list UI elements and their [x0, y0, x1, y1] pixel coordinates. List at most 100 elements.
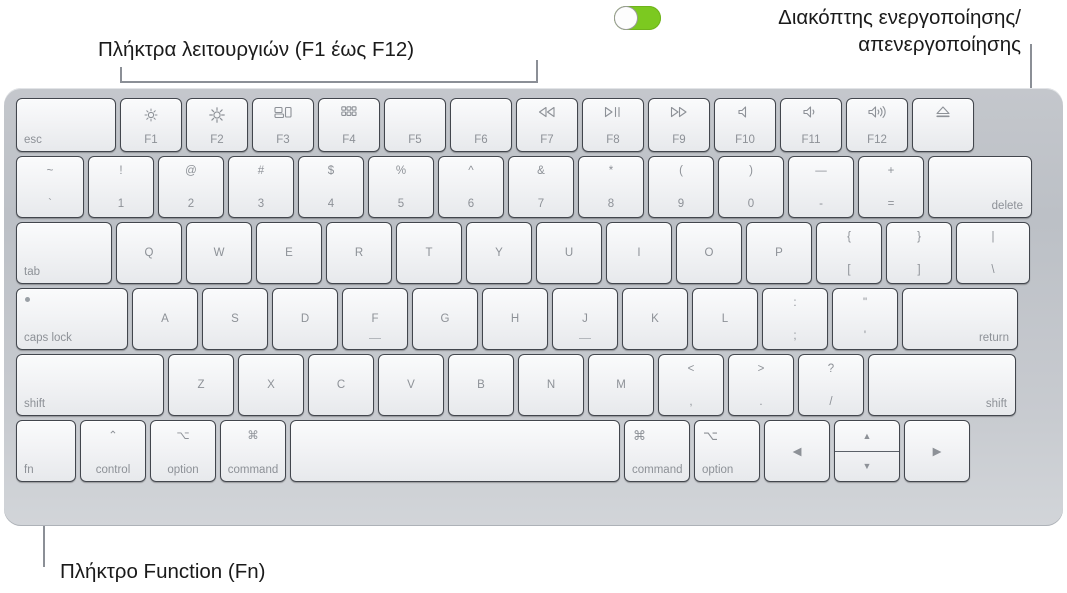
key-digit-5[interactable]: % 5: [368, 156, 434, 218]
key-f5[interactable]: F5: [384, 98, 446, 152]
key-f12[interactable]: F12: [846, 98, 908, 152]
key-arrow-up[interactable]: ▲: [835, 421, 899, 452]
key-comma-less[interactable]: <,: [658, 354, 724, 416]
key-command-right[interactable]: ⌘ command: [624, 420, 690, 482]
annotation-function-keys: Πλήκτρα λειτουργιών (F1 έως F12): [98, 38, 415, 61]
key-digit-1[interactable]: ! 1: [88, 156, 154, 218]
key-letter-w[interactable]: W: [186, 222, 252, 284]
key-digit-8[interactable]: * 8: [578, 156, 644, 218]
key-label: F6: [474, 134, 488, 146]
key-command-left[interactable]: ⌘ command: [220, 420, 286, 482]
key-letter-j[interactable]: J: [552, 288, 618, 350]
key-space[interactable]: [290, 420, 620, 482]
legend-upper: ~: [46, 165, 54, 177]
brightness-up-icon: [187, 106, 247, 124]
key-f9[interactable]: F9: [648, 98, 710, 152]
key-letter-q[interactable]: Q: [116, 222, 182, 284]
legend-lower: .: [759, 396, 763, 408]
key-shift-right[interactable]: shift: [868, 354, 1016, 416]
legend-upper: ?: [827, 363, 835, 375]
key-period-greater[interactable]: >.: [728, 354, 794, 416]
key-f4[interactable]: F4: [318, 98, 380, 152]
key-letter-g[interactable]: G: [412, 288, 478, 350]
key-arrow-right[interactable]: ▶: [904, 420, 970, 482]
key-letter-y[interactable]: Y: [466, 222, 532, 284]
key-digit-4[interactable]: $4: [298, 156, 364, 218]
key-shift-left[interactable]: shift: [16, 354, 164, 416]
key-label: shift: [24, 398, 46, 410]
key-letter-u[interactable]: U: [536, 222, 602, 284]
key-label: O: [704, 247, 714, 259]
key-label: K: [651, 313, 659, 325]
leader-line-power: [1030, 44, 1032, 88]
legend-lower: 0: [747, 198, 755, 210]
key-semicolon-colon[interactable]: :;: [762, 288, 828, 350]
key-hyphen-underscore[interactable]: — -: [788, 156, 854, 218]
key-arrow-up-down[interactable]: ▲ ▼: [834, 420, 900, 482]
key-letter-i[interactable]: I: [606, 222, 672, 284]
key-letter-l[interactable]: L: [692, 288, 758, 350]
key-letter-z[interactable]: Z: [168, 354, 234, 416]
key-label: G: [440, 313, 450, 325]
key-digit-2[interactable]: @2: [158, 156, 224, 218]
key-letter-d[interactable]: D: [272, 288, 338, 350]
key-eject[interactable]: [912, 98, 974, 152]
key-label: tab: [24, 266, 40, 278]
key-letter-p[interactable]: P: [746, 222, 812, 284]
key-bracket-right[interactable]: }]: [886, 222, 952, 284]
key-digit-7[interactable]: & 7: [508, 156, 574, 218]
key-control-left[interactable]: ⌃ control: [80, 420, 146, 482]
key-letter-r[interactable]: R: [326, 222, 392, 284]
key-label: I: [637, 247, 641, 259]
key-bracket-left[interactable]: {[: [816, 222, 882, 284]
key-f3[interactable]: F3: [252, 98, 314, 152]
key-caps-lock[interactable]: caps lock: [16, 288, 128, 350]
key-return[interactable]: return: [902, 288, 1018, 350]
key-digit-3[interactable]: #3: [228, 156, 294, 218]
key-f1[interactable]: F1: [120, 98, 182, 152]
key-letter-s[interactable]: S: [202, 288, 268, 350]
key-label: N: [546, 379, 556, 391]
key-letter-f[interactable]: F: [342, 288, 408, 350]
key-quote-doublequote[interactable]: " ': [832, 288, 898, 350]
key-letter-a[interactable]: A: [132, 288, 198, 350]
key-f2[interactable]: F2: [186, 98, 248, 152]
key-option-left[interactable]: ⌥ option: [150, 420, 216, 482]
key-backslash-pipe[interactable]: | \: [956, 222, 1030, 284]
key-letter-c[interactable]: C: [308, 354, 374, 416]
key-label: option: [167, 464, 199, 476]
key-f10[interactable]: F10: [714, 98, 776, 152]
key-f6[interactable]: F6: [450, 98, 512, 152]
key-letter-x[interactable]: X: [238, 354, 304, 416]
key-f7[interactable]: F7: [516, 98, 578, 152]
key-option-right[interactable]: ⌥ option: [694, 420, 760, 482]
key-equal-plus[interactable]: + =: [858, 156, 924, 218]
key-label: control: [95, 464, 131, 476]
key-grave-tilde[interactable]: ~ `: [16, 156, 84, 218]
key-digit-6[interactable]: ^ 6: [438, 156, 504, 218]
key-digit-9[interactable]: (9: [648, 156, 714, 218]
key-arrow-down[interactable]: ▼: [835, 451, 899, 481]
key-letter-m[interactable]: M: [588, 354, 654, 416]
key-letter-v[interactable]: V: [378, 354, 444, 416]
key-letter-e[interactable]: E: [256, 222, 322, 284]
key-label: F8: [606, 134, 620, 146]
key-slash-question[interactable]: ? /: [798, 354, 864, 416]
key-letter-k[interactable]: K: [622, 288, 688, 350]
key-letter-n[interactable]: N: [518, 354, 584, 416]
key-letter-o[interactable]: O: [676, 222, 742, 284]
key-label: F12: [867, 134, 887, 146]
key-arrow-left[interactable]: ◀: [764, 420, 830, 482]
key-fn[interactable]: fn: [16, 420, 76, 482]
key-letter-h[interactable]: H: [482, 288, 548, 350]
key-delete[interactable]: delete: [928, 156, 1032, 218]
key-letter-t[interactable]: T: [396, 222, 462, 284]
key-esc[interactable]: esc: [16, 98, 116, 152]
key-f8[interactable]: F8: [582, 98, 644, 152]
legend-lower: =: [887, 198, 895, 210]
key-digit-0[interactable]: ) 0: [718, 156, 784, 218]
key-letter-b[interactable]: B: [448, 354, 514, 416]
key-f11[interactable]: F11: [780, 98, 842, 152]
power-toggle-icon: [614, 6, 661, 30]
key-tab[interactable]: tab: [16, 222, 112, 284]
